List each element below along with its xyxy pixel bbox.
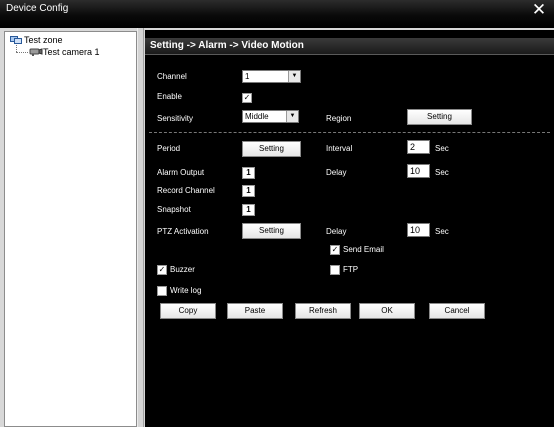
close-icon[interactable]: ✕ bbox=[530, 1, 548, 19]
device-tree: Test zone Test camera 1 bbox=[4, 31, 137, 427]
window-title: Device Config bbox=[6, 3, 69, 14]
record-channel-label: Record Channel bbox=[157, 186, 215, 195]
panel-header: Setting -> Alarm -> Video Motion bbox=[145, 38, 554, 55]
refresh-button[interactable]: Refresh bbox=[295, 303, 351, 319]
camera-label: Test camera 1 bbox=[43, 47, 100, 57]
record-channel-box[interactable]: 1 bbox=[242, 185, 255, 197]
title-bar: Device Config ✕ bbox=[0, 0, 554, 28]
camera-icon bbox=[29, 47, 43, 57]
delay-unit: Sec bbox=[435, 168, 449, 177]
interval-unit: Sec bbox=[435, 144, 449, 153]
tree-item-test-zone[interactable]: Test zone bbox=[10, 34, 63, 46]
ptz-delay-unit: Sec bbox=[435, 227, 449, 236]
channel-select[interactable]: 1 ▼ bbox=[242, 70, 301, 83]
region-label: Region bbox=[326, 114, 352, 123]
ptz-setting-button[interactable]: Setting bbox=[242, 223, 301, 239]
snapshot-box[interactable]: 1 bbox=[242, 204, 255, 216]
ptz-delay-input[interactable]: 10 bbox=[407, 223, 430, 237]
cancel-button[interactable]: Cancel bbox=[429, 303, 485, 319]
chevron-down-icon: ▼ bbox=[286, 111, 298, 122]
enable-label: Enable bbox=[157, 92, 182, 101]
sensitivity-label: Sensitivity bbox=[157, 114, 194, 123]
ftp-label: FTP bbox=[343, 265, 359, 274]
tree-connector bbox=[16, 52, 28, 53]
snapshot-label: Snapshot bbox=[157, 205, 191, 214]
write-log-label: Write log bbox=[170, 286, 202, 295]
period-label: Period bbox=[157, 144, 181, 153]
paste-button[interactable]: Paste bbox=[227, 303, 283, 319]
zone-label: Test zone bbox=[24, 35, 63, 45]
send-email-checkbox[interactable]: ✓ bbox=[330, 245, 340, 255]
delay-input[interactable]: 10 bbox=[407, 164, 430, 178]
interval-label: Interval bbox=[326, 144, 353, 153]
channel-value: 1 bbox=[245, 72, 250, 81]
divider bbox=[149, 132, 550, 133]
settings-panel: Setting -> Alarm -> Video Motion Channel… bbox=[145, 30, 554, 427]
period-setting-button[interactable]: Setting bbox=[242, 141, 301, 157]
interval-input[interactable]: 2 bbox=[407, 140, 430, 154]
ftp-checkbox[interactable] bbox=[330, 265, 340, 275]
ptz-delay-label: Delay bbox=[326, 227, 347, 236]
region-setting-button[interactable]: Setting bbox=[407, 109, 472, 125]
zone-icon bbox=[10, 35, 22, 45]
buzzer-checkbox[interactable]: ✓ bbox=[157, 265, 167, 275]
delay-label: Delay bbox=[326, 168, 347, 177]
chevron-down-icon: ▼ bbox=[288, 71, 300, 82]
alarm-output-box[interactable]: 1 bbox=[242, 167, 255, 179]
ptz-activation-label: PTZ Activation bbox=[157, 227, 209, 236]
sensitivity-select[interactable]: Middle ▼ bbox=[242, 110, 299, 123]
ok-button[interactable]: OK bbox=[359, 303, 415, 319]
send-email-label: Send Email bbox=[343, 245, 384, 254]
tree-connector bbox=[16, 45, 17, 52]
copy-button[interactable]: Copy bbox=[160, 303, 216, 319]
enable-checkbox[interactable]: ✓ bbox=[242, 93, 252, 103]
channel-label: Channel bbox=[157, 72, 187, 81]
pane-splitter[interactable] bbox=[137, 28, 144, 427]
buzzer-label: Buzzer bbox=[170, 265, 195, 274]
breadcrumb: Setting -> Alarm -> Video Motion bbox=[150, 40, 304, 51]
tree-item-test-camera-1[interactable]: Test camera 1 bbox=[29, 46, 100, 58]
write-log-checkbox[interactable] bbox=[157, 286, 167, 296]
sensitivity-value: Middle bbox=[245, 112, 269, 121]
alarm-output-label: Alarm Output bbox=[157, 168, 205, 177]
